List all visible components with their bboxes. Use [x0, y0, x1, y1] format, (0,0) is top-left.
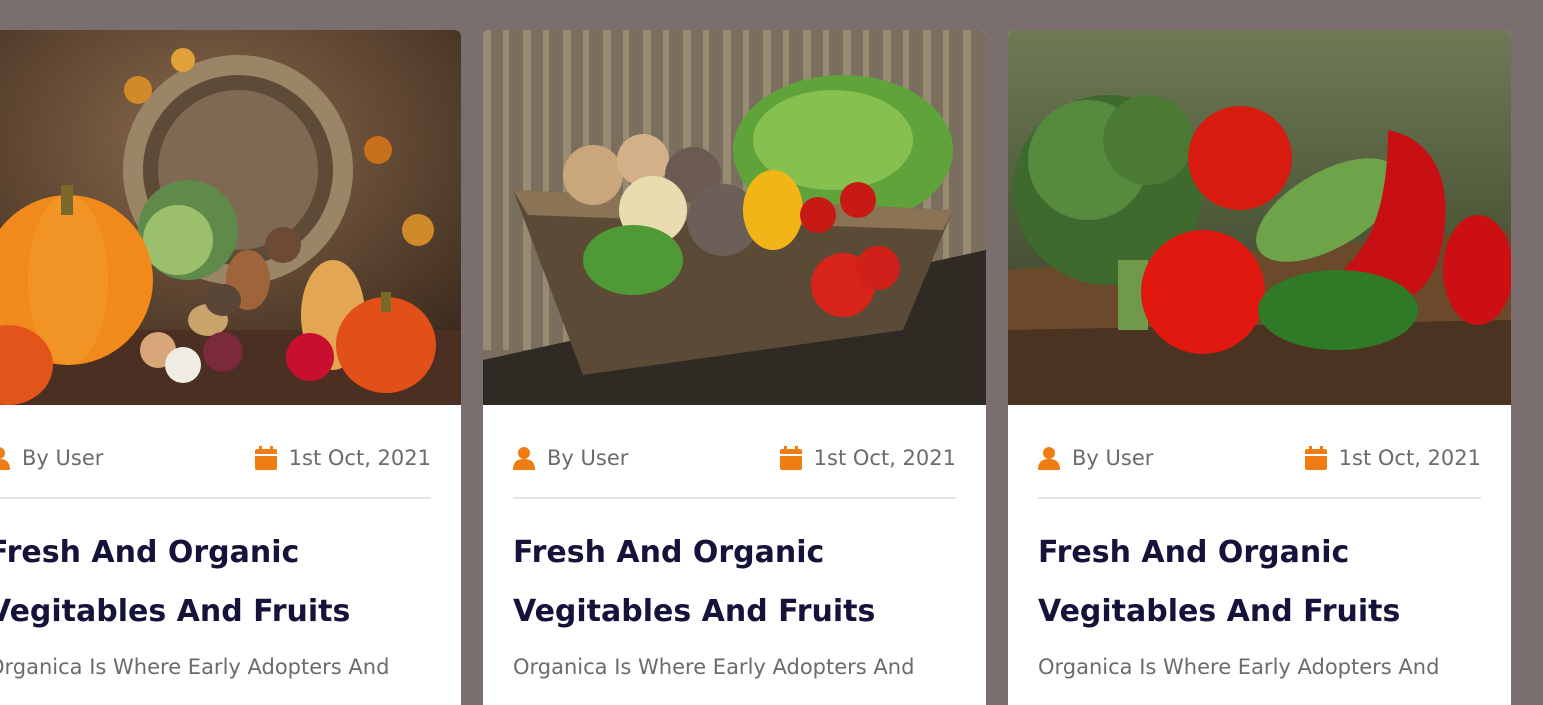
blog-card-title[interactable]: Fresh And Organic Vegitables And Fruits: [513, 523, 956, 641]
blog-card-title[interactable]: Fresh And Organic Vegitables And Fruits: [0, 523, 431, 641]
title-line-1: Fresh And Organic: [513, 535, 825, 570]
date-meta: 1st Oct, 2021: [1304, 444, 1481, 472]
title-line-2: Vegitables And Fruits: [513, 594, 876, 629]
post-date: 1st Oct, 2021: [1338, 446, 1481, 470]
calendar-icon: [779, 446, 802, 470]
calendar-icon: [254, 446, 277, 470]
blog-card-image[interactable]: [1008, 30, 1511, 405]
blog-card-excerpt: Organica Is Where Early Adopters And: [513, 655, 915, 679]
post-date: 1st Oct, 2021: [288, 446, 431, 470]
author-name: By User: [547, 446, 629, 470]
blog-card-meta: By User 1st Oct, 2021: [513, 405, 956, 499]
blog-section: By User 1st Oct, 2021 Fresh And Organic …: [0, 0, 1543, 705]
author-name: By User: [1072, 446, 1154, 470]
user-icon: [513, 446, 535, 470]
user-icon: [1038, 446, 1060, 470]
blog-card-meta: By User 1st Oct, 2021: [1038, 405, 1481, 499]
blog-card-image[interactable]: [0, 30, 461, 405]
date-meta: 1st Oct, 2021: [254, 444, 431, 472]
blog-card-image[interactable]: [483, 30, 986, 405]
title-line-2: Vegitables And Fruits: [0, 594, 351, 629]
author-meta[interactable]: By User: [513, 444, 628, 472]
user-icon: [0, 446, 10, 470]
blog-card-title[interactable]: Fresh And Organic Vegitables And Fruits: [1038, 523, 1481, 641]
post-date: 1st Oct, 2021: [813, 446, 956, 470]
title-line-1: Fresh And Organic: [1038, 535, 1350, 570]
blog-card-meta: By User 1st Oct, 2021: [0, 405, 431, 499]
author-meta[interactable]: By User: [1038, 444, 1153, 472]
blog-card-excerpt: Organica Is Where Early Adopters And: [1038, 655, 1440, 679]
date-meta: 1st Oct, 2021: [779, 444, 956, 472]
title-line-2: Vegitables And Fruits: [1038, 594, 1401, 629]
blog-card[interactable]: By User 1st Oct, 2021 Fresh And Organic …: [483, 30, 986, 705]
blog-card-excerpt: Organica Is Where Early Adopters And: [0, 655, 390, 679]
author-name: By User: [22, 446, 104, 470]
author-meta[interactable]: By User: [0, 444, 103, 472]
blog-card[interactable]: By User 1st Oct, 2021 Fresh And Organic …: [1008, 30, 1511, 705]
blog-card[interactable]: By User 1st Oct, 2021 Fresh And Organic …: [0, 30, 461, 705]
title-line-1: Fresh And Organic: [0, 535, 300, 570]
calendar-icon: [1304, 446, 1327, 470]
